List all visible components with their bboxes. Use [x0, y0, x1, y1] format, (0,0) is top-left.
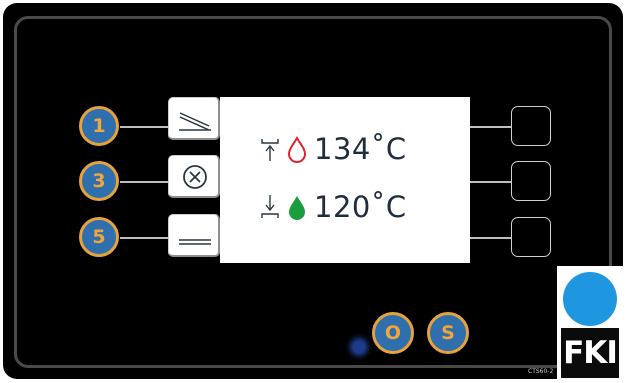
valve-up-arrow-icon	[261, 139, 279, 161]
brand-logo: FKI	[557, 266, 623, 383]
button-1-label: 1	[92, 115, 106, 137]
steep-slope-icon	[179, 112, 211, 131]
connector-line	[120, 126, 170, 128]
button-s[interactable]: S	[427, 312, 469, 354]
model-label: CTS60-2	[528, 368, 554, 375]
logo-text: FKI	[561, 328, 619, 378]
button-o-label: O	[384, 322, 402, 344]
right-key-top[interactable]	[511, 106, 551, 146]
upper-temperature-readout: 134˚C	[258, 132, 407, 166]
button-1[interactable]: 1	[79, 106, 119, 146]
button-3-label: 3	[92, 170, 106, 192]
green-drop-filled-icon	[289, 196, 305, 220]
connector-line	[470, 237, 512, 239]
lower-temperature-readout: 120˚C	[258, 190, 407, 224]
softkey-1[interactable]	[168, 97, 220, 140]
connector-line	[120, 181, 170, 183]
right-key-middle[interactable]	[511, 161, 551, 201]
softkey-5[interactable]	[168, 214, 220, 257]
valve-down-arrow-icon	[261, 195, 279, 218]
softkey-3[interactable]	[168, 155, 220, 198]
display-screen	[220, 97, 470, 263]
button-5-label: 5	[92, 226, 106, 248]
button-3[interactable]: 3	[79, 161, 119, 201]
cancel-circle-x-icon	[183, 165, 207, 189]
connector-line	[470, 126, 512, 128]
lower-temperature-value: 120˚C	[314, 190, 407, 224]
button-s-label: S	[441, 322, 455, 344]
flat-lines-icon	[179, 239, 211, 245]
right-key-bottom[interactable]	[511, 217, 551, 257]
logo-circle	[563, 272, 617, 326]
status-led	[353, 341, 365, 353]
connector-line	[120, 237, 170, 239]
red-drop-outline-icon	[287, 135, 307, 163]
connector-line	[470, 181, 512, 183]
button-5[interactable]: 5	[79, 217, 119, 257]
upper-temperature-value: 134˚C	[314, 132, 407, 166]
button-o[interactable]: O	[372, 312, 414, 354]
